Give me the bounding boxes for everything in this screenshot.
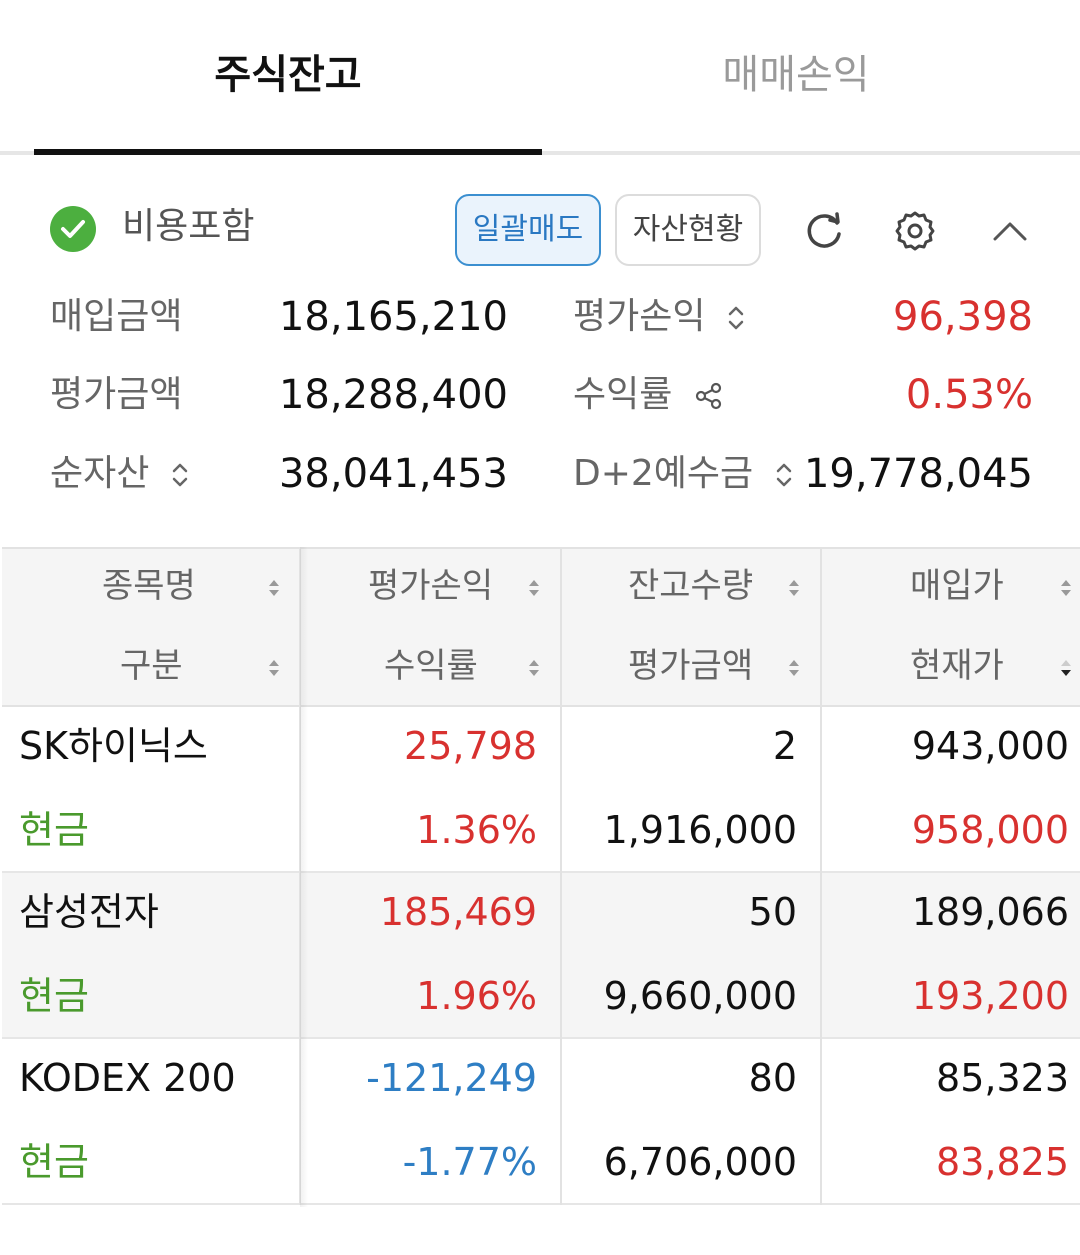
frozen-column-shadow bbox=[300, 547, 308, 1207]
header-return[interactable]: 수익률 bbox=[384, 641, 478, 691]
eval-pl-value: 96,398 bbox=[893, 294, 1033, 340]
purchase-amount-value: 18,165,210 bbox=[278, 294, 508, 340]
purchase-amount-label: 매입금액 bbox=[50, 296, 183, 337]
fee-include-check-icon[interactable] bbox=[50, 206, 96, 252]
net-assets-value: 38,041,453 bbox=[278, 451, 508, 497]
table-header: 종목명 구분 평가손익 수익률 잔고수량 평가금액 매입가 현재가 bbox=[2, 547, 1080, 707]
tab-stock-balance[interactable]: 주식잔고 bbox=[34, 40, 542, 110]
sort-icon[interactable] bbox=[1060, 577, 1072, 599]
eval-pl: 185,469 bbox=[379, 890, 537, 934]
current-price: 193,200 bbox=[911, 974, 1069, 1018]
header-eval-pl[interactable]: 평가손익 bbox=[368, 561, 493, 611]
sort-toggle-icon[interactable] bbox=[727, 304, 745, 332]
column-divider bbox=[820, 547, 822, 1205]
return-label-text: 수익률 bbox=[573, 374, 673, 415]
table-row[interactable]: SK하이닉스 현금 25,798 1.36% 2 1,916,000 943,0… bbox=[2, 707, 1080, 873]
header-quantity[interactable]: 잔고수량 bbox=[628, 561, 753, 611]
tab-trade-pl[interactable]: 매매손익 bbox=[542, 40, 1050, 110]
eval-amount-label: 평가금액 bbox=[50, 374, 183, 415]
net-assets-label[interactable]: 순자산 bbox=[50, 449, 189, 499]
return-label[interactable]: 수익률 bbox=[573, 370, 724, 420]
column-divider bbox=[560, 547, 562, 1205]
tab-active-indicator bbox=[34, 149, 542, 155]
asset-status-button[interactable]: 자산현황 bbox=[615, 194, 761, 266]
header-name[interactable]: 종목명 bbox=[102, 561, 196, 611]
stock-name: KODEX 200 bbox=[19, 1056, 236, 1100]
sort-icon[interactable] bbox=[268, 577, 280, 599]
buy-price: 189,066 bbox=[911, 890, 1069, 934]
sort-icon[interactable] bbox=[528, 657, 540, 679]
header-eval-amount[interactable]: 평가금액 bbox=[628, 641, 753, 691]
eval-amount-value: 18,288,400 bbox=[278, 372, 508, 418]
eval-pl: -121,249 bbox=[366, 1056, 537, 1100]
fee-include-label[interactable]: 비용포함 bbox=[122, 204, 254, 250]
eval-pl-label-text: 평가손익 bbox=[573, 296, 706, 337]
account-type: 현금 bbox=[19, 974, 89, 1018]
sort-toggle-icon[interactable] bbox=[171, 461, 189, 489]
refresh-icon[interactable] bbox=[799, 206, 849, 256]
stock-name: 삼성전자 bbox=[19, 890, 159, 934]
account-type: 현금 bbox=[19, 808, 89, 852]
header-buy-price[interactable]: 매입가 bbox=[910, 561, 1004, 611]
buy-price: 85,323 bbox=[936, 1056, 1069, 1100]
quantity: 2 bbox=[772, 724, 797, 768]
eval-pl-label[interactable]: 평가손익 bbox=[573, 292, 745, 342]
sort-icon[interactable] bbox=[788, 577, 800, 599]
eval-amount: 1,916,000 bbox=[603, 808, 797, 852]
return-rate: -1.77% bbox=[402, 1140, 537, 1184]
account-type: 현금 bbox=[19, 1140, 89, 1184]
tab-bar: 주식잔고 매매손익 bbox=[0, 0, 1080, 157]
eval-amount: 9,660,000 bbox=[603, 974, 797, 1018]
chevron-up-icon[interactable] bbox=[985, 206, 1035, 256]
sell-all-button[interactable]: 일괄매도 bbox=[455, 194, 601, 266]
share-icon[interactable] bbox=[694, 381, 724, 411]
gear-icon[interactable] bbox=[890, 206, 940, 256]
current-price: 958,000 bbox=[911, 808, 1069, 852]
deposit-label-text: D+2예수금 bbox=[573, 453, 754, 494]
table-row[interactable]: 삼성전자 현금 185,469 1.96% 50 9,660,000 189,0… bbox=[2, 873, 1080, 1039]
return-value: 0.53% bbox=[905, 372, 1033, 418]
eval-amount: 6,706,000 bbox=[603, 1140, 797, 1184]
header-type[interactable]: 구분 bbox=[120, 641, 183, 691]
quantity: 50 bbox=[748, 890, 797, 934]
deposit-label[interactable]: D+2예수금 bbox=[573, 449, 793, 499]
sort-icon[interactable] bbox=[788, 657, 800, 679]
table-row[interactable]: KODEX 200 현금 -121,249 -1.77% 80 6,706,00… bbox=[2, 1039, 1080, 1205]
quantity: 80 bbox=[748, 1056, 797, 1100]
return-rate: 1.36% bbox=[416, 808, 537, 852]
deposit-value: 19,778,045 bbox=[803, 451, 1033, 497]
net-assets-label-text: 순자산 bbox=[50, 453, 150, 494]
sort-desc-icon[interactable] bbox=[1060, 657, 1072, 679]
buy-price: 943,000 bbox=[911, 724, 1069, 768]
return-rate: 1.96% bbox=[416, 974, 537, 1018]
sort-icon[interactable] bbox=[528, 577, 540, 599]
current-price: 83,825 bbox=[936, 1140, 1069, 1184]
sort-icon[interactable] bbox=[268, 657, 280, 679]
eval-pl: 25,798 bbox=[404, 724, 537, 768]
header-current-price[interactable]: 현재가 bbox=[910, 641, 1004, 691]
stock-name: SK하이닉스 bbox=[19, 724, 208, 768]
sort-toggle-icon[interactable] bbox=[775, 461, 793, 489]
